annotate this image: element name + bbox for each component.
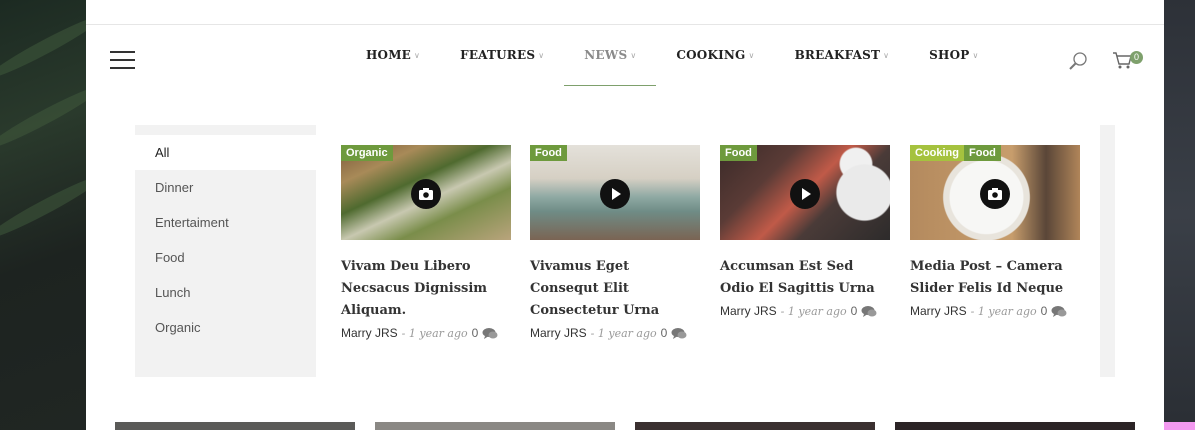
comment-count: 0 xyxy=(471,326,479,340)
camera-icon xyxy=(980,179,1010,209)
post-author[interactable]: Marry JRS xyxy=(341,326,398,340)
chevron-down-icon: ∨ xyxy=(414,51,421,60)
post-date: - 1 year ago xyxy=(780,304,847,318)
nav-item-breakfast[interactable]: BREAKFAST ∨ xyxy=(775,42,910,86)
post-meta: Marry JRS - 1 year ago 0 xyxy=(910,304,1080,318)
cart-count-badge: 0 xyxy=(1130,51,1143,64)
header-panel: HOME ∨ FEATURES ∨ NEWS ∨ COOKING ∨ BREAK… xyxy=(86,0,1164,430)
post-title[interactable]: Accumsan Est Sed Odio El Sagittis Urna xyxy=(720,256,890,300)
post-title[interactable]: Vivam Deu Libero Necsacus Dignissim Aliq… xyxy=(341,256,511,322)
cart-button[interactable]: 0 xyxy=(1112,49,1144,71)
category-list: All Dinner Entertaiment Food Lunch Organ… xyxy=(135,125,316,377)
category-organic[interactable]: Organic xyxy=(135,310,316,345)
post-card: Organic Vivam Deu Libero Necsacus Dignis… xyxy=(341,145,511,340)
play-icon xyxy=(600,179,630,209)
chevron-down-icon: ∨ xyxy=(630,51,637,60)
chevron-down-icon: ∨ xyxy=(972,51,979,60)
post-thumbnail[interactable]: Food xyxy=(530,145,700,240)
nav-item-shop[interactable]: SHOP ∨ xyxy=(909,42,998,86)
hamburger-menu-icon[interactable] xyxy=(110,51,135,70)
nav-item-news[interactable]: NEWS ∨ xyxy=(564,42,657,86)
comments-icon[interactable] xyxy=(861,305,877,318)
post-author[interactable]: Marry JRS xyxy=(530,326,587,340)
category-food[interactable]: Food xyxy=(135,240,316,275)
post-tag[interactable]: Food xyxy=(964,145,1001,161)
category-all[interactable]: All xyxy=(135,135,316,170)
camera-icon xyxy=(411,179,441,209)
category-lunch[interactable]: Lunch xyxy=(135,275,316,310)
page-background-left xyxy=(0,0,106,430)
nav-item-home[interactable]: HOME ∨ xyxy=(346,42,440,86)
chevron-down-icon: ∨ xyxy=(748,51,755,60)
post-date: - 1 year ago xyxy=(401,326,468,340)
page-background-right xyxy=(1164,0,1195,430)
comments-icon[interactable] xyxy=(671,327,687,340)
nav-item-features[interactable]: FEATURES ∨ xyxy=(440,42,564,86)
play-icon xyxy=(790,179,820,209)
post-date: - 1 year ago xyxy=(970,304,1037,318)
news-mega-menu: All Dinner Entertaiment Food Lunch Organ… xyxy=(135,125,1115,377)
comment-count: 0 xyxy=(660,326,668,340)
post-meta: Marry JRS - 1 year ago 0 xyxy=(341,326,511,340)
post-date: - 1 year ago xyxy=(590,326,657,340)
post-card: Cooking Food Media Post – Camera Slider … xyxy=(910,145,1080,318)
post-meta: Marry JRS - 1 year ago 0 xyxy=(720,304,890,318)
post-tag[interactable]: Cooking xyxy=(910,145,964,161)
post-tag[interactable]: Organic xyxy=(341,145,393,161)
post-thumbnail[interactable]: Cooking Food xyxy=(910,145,1080,240)
below-fold-thumbnail[interactable] xyxy=(115,422,355,430)
post-title[interactable]: Media Post – Camera Slider Felis Id Nequ… xyxy=(910,256,1080,300)
nav-item-label: HOME xyxy=(366,48,412,62)
nav-item-cooking[interactable]: COOKING ∨ xyxy=(656,42,774,86)
comment-count: 0 xyxy=(1040,304,1048,318)
post-tag[interactable]: Food xyxy=(720,145,757,161)
post-card: Food Accumsan Est Sed Odio El Sagittis U… xyxy=(720,145,890,318)
category-dinner[interactable]: Dinner xyxy=(135,170,316,205)
post-author[interactable]: Marry JRS xyxy=(720,304,777,318)
post-title[interactable]: Vivamus Eget Consequt Elit Consectetur U… xyxy=(530,256,700,322)
below-fold-thumbnail[interactable] xyxy=(895,422,1135,430)
chevron-down-icon: ∨ xyxy=(883,51,890,60)
nav-item-label: NEWS xyxy=(584,48,628,62)
below-fold-thumbnail[interactable] xyxy=(375,422,615,430)
comments-icon[interactable] xyxy=(1051,305,1067,318)
nav-item-label: SHOP xyxy=(929,48,970,62)
post-thumbnail[interactable]: Food xyxy=(720,145,890,240)
post-card: Food Vivamus Eget Consequt Elit Consecte… xyxy=(530,145,700,340)
category-entertaiment[interactable]: Entertaiment xyxy=(135,205,316,240)
nav-item-label: FEATURES xyxy=(460,48,536,62)
chevron-down-icon: ∨ xyxy=(538,51,545,60)
nav-item-label: COOKING xyxy=(676,48,746,62)
comment-count: 0 xyxy=(850,304,858,318)
post-meta: Marry JRS - 1 year ago 0 xyxy=(530,326,700,340)
post-tag[interactable]: Food xyxy=(530,145,567,161)
post-thumbnail[interactable]: Organic xyxy=(341,145,511,240)
comments-icon[interactable] xyxy=(482,327,498,340)
main-navigation: HOME ∨ FEATURES ∨ NEWS ∨ COOKING ∨ BREAK… xyxy=(346,42,999,86)
top-divider xyxy=(86,24,1164,25)
below-fold-thumbnail[interactable] xyxy=(635,422,875,430)
post-author[interactable]: Marry JRS xyxy=(910,304,967,318)
search-icon[interactable] xyxy=(1068,51,1088,71)
nav-item-label: BREAKFAST xyxy=(794,48,881,62)
mega-menu-edge xyxy=(1100,125,1115,377)
